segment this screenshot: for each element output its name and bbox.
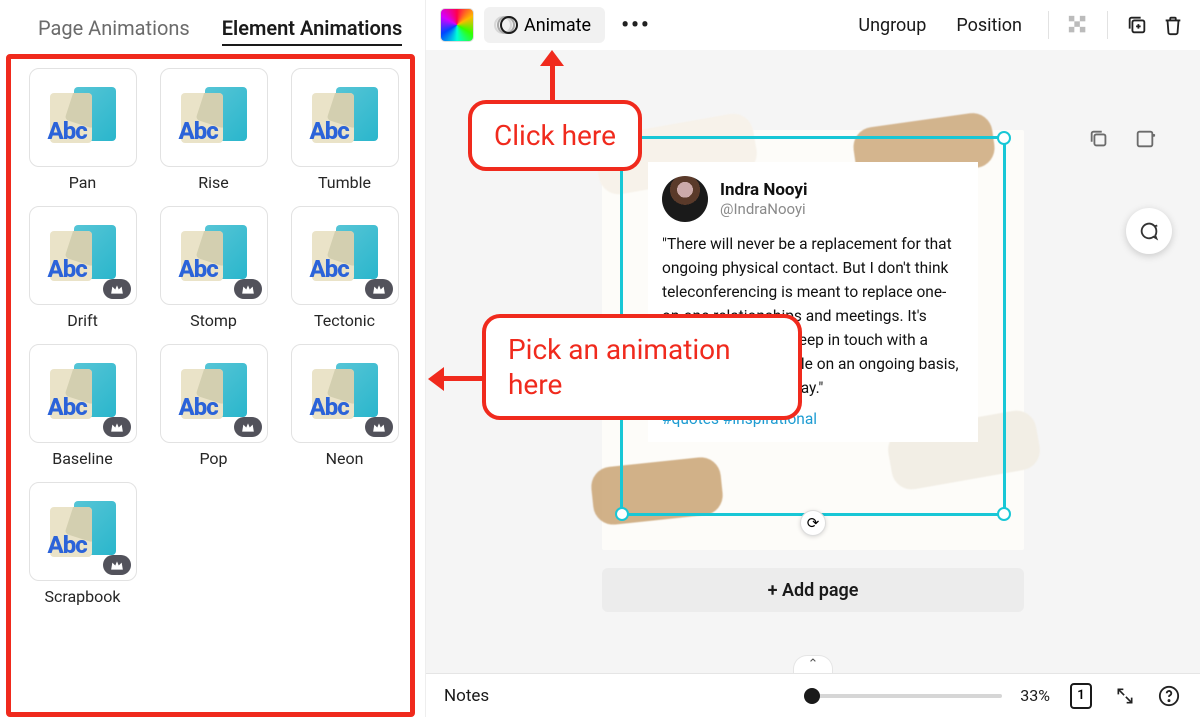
animation-label: Baseline: [52, 449, 113, 468]
annotation-arrow: [442, 376, 486, 381]
animation-label: Pan: [69, 173, 97, 192]
selection-handle[interactable]: [997, 507, 1011, 521]
animation-thumbnail[interactable]: Abc: [29, 344, 137, 443]
bottom-bar: Notes 33% 1: [426, 673, 1200, 717]
animation-thumbnail[interactable]: Abc: [29, 482, 137, 581]
animation-thumbnail[interactable]: Abc: [160, 68, 268, 167]
animate-icon: [494, 14, 516, 36]
animate-button-label: Animate: [524, 15, 591, 36]
premium-crown-icon: [365, 279, 393, 299]
animation-thumbnail[interactable]: Abc: [160, 344, 268, 443]
add-page-icon[interactable]: [1130, 124, 1160, 154]
notes-button[interactable]: Notes: [444, 686, 489, 706]
annotation-arrow: [550, 62, 555, 104]
help-icon[interactable]: [1156, 683, 1182, 709]
premium-crown-icon: [234, 279, 262, 299]
duplicate-page-icon[interactable]: [1084, 124, 1114, 154]
rotate-handle[interactable]: ⟳: [800, 510, 826, 536]
animation-option-tectonic[interactable]: Abc Tectonic: [288, 206, 401, 330]
animation-label: Neon: [326, 449, 364, 468]
transparency-icon[interactable]: [1065, 12, 1091, 38]
animation-label: Stomp: [190, 311, 237, 330]
position-button[interactable]: Position: [946, 15, 1032, 36]
animation-label: Tectonic: [314, 311, 375, 330]
top-toolbar: Animate ••• Ungroup Position: [426, 0, 1200, 50]
annotation-pick-animation: Pick an animation here: [482, 314, 802, 420]
add-page-button[interactable]: + Add page: [602, 568, 1024, 612]
premium-crown-icon: [103, 417, 131, 437]
animation-grid: AbcPanAbcRiseAbcTumbleAbcDriftAbcStompAb…: [0, 58, 425, 618]
animation-option-pop[interactable]: Abc Pop: [157, 344, 270, 468]
duplicate-icon[interactable]: [1124, 12, 1150, 38]
ungroup-button[interactable]: Ungroup: [848, 15, 936, 36]
premium-crown-icon: [103, 279, 131, 299]
page-strip-toggle[interactable]: ⌃: [793, 655, 833, 673]
page-tools: [1084, 124, 1160, 154]
page-indicator[interactable]: 1: [1068, 683, 1094, 709]
premium-crown-icon: [234, 417, 262, 437]
tab-page-animations[interactable]: Page Animations: [38, 16, 190, 46]
zoom-slider-thumb[interactable]: [804, 688, 820, 704]
animation-option-scrapbook[interactable]: Abc Scrapbook: [26, 482, 139, 606]
animation-thumbnail[interactable]: Abc: [29, 68, 137, 167]
animation-option-stomp[interactable]: Abc Stomp: [157, 206, 270, 330]
more-options-button[interactable]: •••: [615, 13, 657, 38]
animation-option-rise[interactable]: Abc Rise: [157, 68, 270, 192]
animation-thumbnail[interactable]: Abc: [29, 206, 137, 305]
zoom-slider[interactable]: [812, 694, 1002, 698]
premium-crown-icon: [365, 417, 393, 437]
thumb-text: Abc: [179, 117, 218, 145]
annotation-click-here: Click here: [468, 100, 642, 171]
zoom-value: 33%: [1020, 686, 1050, 705]
animation-label: Rise: [198, 173, 229, 192]
animation-thumbnail[interactable]: Abc: [291, 344, 399, 443]
animation-label: Tumble: [318, 173, 371, 192]
thumb-text: Abc: [310, 117, 349, 145]
thumb-text: Abc: [179, 255, 218, 283]
animation-thumbnail[interactable]: Abc: [291, 68, 399, 167]
annotation-arrow-head: [540, 50, 564, 66]
animations-panel: Page Animations Element Animations Abc Pa…: [0, 0, 425, 717]
tab-element-animations[interactable]: Element Animations: [222, 16, 403, 46]
trash-icon[interactable]: [1160, 12, 1186, 38]
animation-thumbnail[interactable]: Abc: [291, 206, 399, 305]
premium-crown-icon: [103, 555, 131, 575]
thumb-text: Abc: [310, 393, 349, 421]
animation-label: Scrapbook: [44, 587, 120, 606]
animation-thumbnail[interactable]: Abc: [160, 206, 268, 305]
thumb-text: Abc: [48, 117, 87, 145]
toolbar-separator: [1048, 11, 1049, 39]
fullscreen-icon[interactable]: [1112, 683, 1138, 709]
animation-label: Drift: [67, 311, 98, 330]
thumb-text: Abc: [310, 255, 349, 283]
comment-bubble-button[interactable]: [1126, 208, 1172, 254]
animation-option-drift[interactable]: Abc Drift: [26, 206, 139, 330]
animation-label: Pop: [199, 449, 227, 468]
color-picker-button[interactable]: [440, 8, 474, 42]
animation-option-tumble[interactable]: Abc Tumble: [288, 68, 401, 192]
thumb-text: Abc: [179, 393, 218, 421]
selection-handle[interactable]: [615, 507, 629, 521]
thumb-text: Abc: [48, 531, 87, 559]
toolbar-separator: [1107, 11, 1108, 39]
animation-option-baseline[interactable]: Abc Baseline: [26, 344, 139, 468]
selection-handle[interactable]: [997, 131, 1011, 145]
animation-option-pan[interactable]: Abc Pan: [26, 68, 139, 192]
animation-tabs: Page Animations Element Animations: [0, 6, 425, 58]
annotation-arrow-head: [428, 367, 444, 391]
animate-button[interactable]: Animate: [484, 7, 605, 43]
thumb-text: Abc: [48, 255, 87, 283]
animation-option-neon[interactable]: Abc Neon: [288, 344, 401, 468]
thumb-text: Abc: [48, 393, 87, 421]
